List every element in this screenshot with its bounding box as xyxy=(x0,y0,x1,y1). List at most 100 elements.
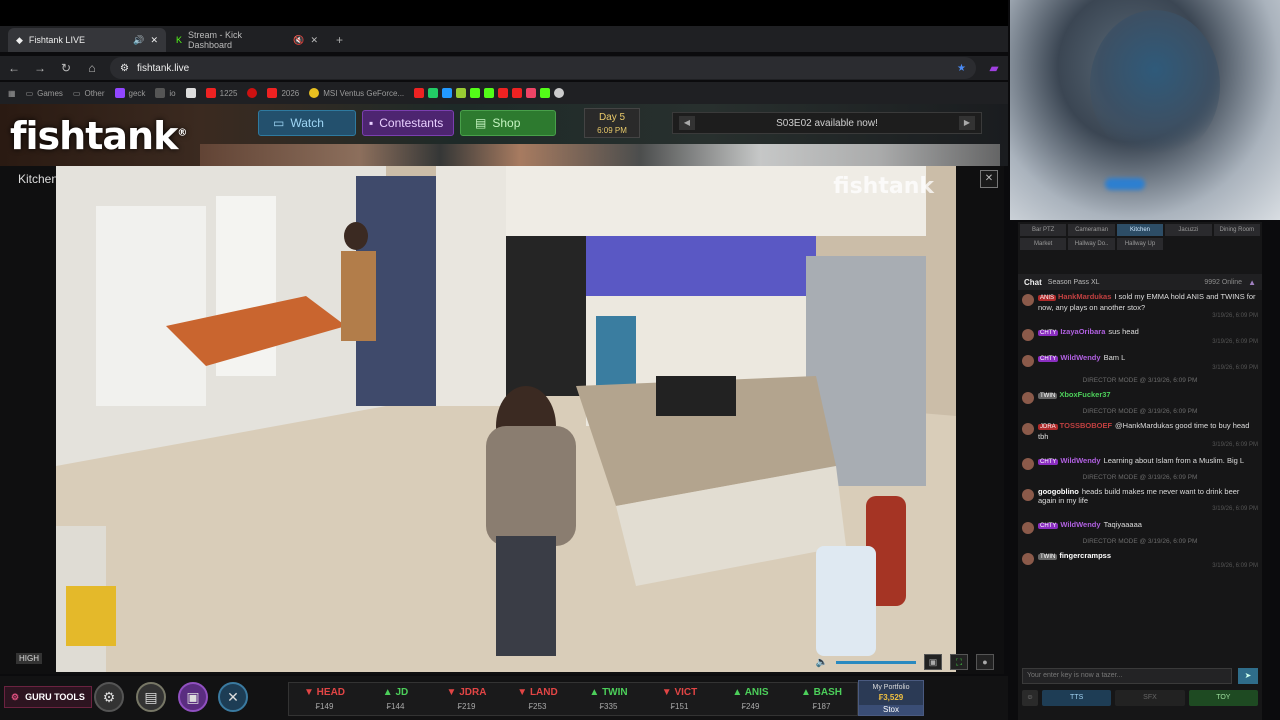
forward-icon[interactable]: → xyxy=(32,61,48,75)
inventory-icon[interactable]: ▤ xyxy=(136,682,166,712)
stock-item[interactable]: ▲ ANIS ₣249 xyxy=(715,683,786,715)
shop-button[interactable]: ▤ Shop xyxy=(460,110,556,136)
avatar[interactable] xyxy=(1022,458,1034,470)
bookmark-geck[interactable]: geck xyxy=(114,88,145,98)
apps-icon[interactable]: ▦ xyxy=(8,89,16,98)
send-button[interactable]: ➤ xyxy=(1238,668,1258,684)
chat-message[interactable]: CHTY WildWendy Learning about Islam from a… xyxy=(1022,456,1258,470)
cam-tab[interactable]: Market xyxy=(1020,238,1067,250)
chat-message[interactable]: CHTY WildWendy Taqiyaaaaa xyxy=(1022,520,1258,534)
reload-icon[interactable]: ↻ xyxy=(58,61,74,75)
chat-username[interactable]: WildWendy xyxy=(1060,353,1100,362)
mute-icon[interactable]: 🔇 xyxy=(293,35,304,46)
chat-username[interactable]: WildWendy xyxy=(1060,520,1100,529)
stock-item[interactable]: ▼ LAND ₣253 xyxy=(502,683,573,715)
tts-button[interactable]: TTS xyxy=(1042,690,1112,706)
bookmark-star-icon[interactable]: ★ xyxy=(957,63,966,74)
emoji-icon[interactable]: ☺ xyxy=(1022,690,1038,706)
bookmark-red[interactable] xyxy=(247,88,258,98)
portfolio-box[interactable]: My Portfolio ₣3,529 Stox xyxy=(858,680,924,716)
stock-item[interactable]: ▼ VICT ₣151 xyxy=(644,683,715,715)
stox-button[interactable]: Stox xyxy=(859,705,923,715)
stock-price: ₣151 xyxy=(670,702,689,711)
bookmark-other[interactable]: ▭ Other xyxy=(73,89,105,98)
new-tab-button[interactable]: + xyxy=(328,28,351,52)
cam-tab[interactable]: Dining Room xyxy=(1213,224,1260,236)
home-icon[interactable]: ⌂ xyxy=(84,61,100,75)
cam-tab[interactable]: Bar PTZ xyxy=(1020,224,1067,236)
tools-icon[interactable]: ✕ xyxy=(218,682,248,712)
fishtank-logo[interactable]: fishtank® xyxy=(10,114,187,158)
chat-username[interactable]: HankMardukas xyxy=(1058,292,1111,301)
prev-arrow-icon[interactable]: ◀ xyxy=(679,116,695,130)
chat-message[interactable]: ANIS HankMardukas I sold my EMMA hold ANIS… xyxy=(1022,292,1258,321)
pip-icon[interactable]: ▣ xyxy=(924,654,942,670)
next-arrow-icon[interactable]: ▶ xyxy=(959,116,975,130)
back-icon[interactable]: ← xyxy=(6,61,22,75)
chat-username[interactable]: googoblino xyxy=(1038,487,1079,496)
contestants-button[interactable]: ▪ Contestants xyxy=(362,110,454,136)
speaker-icon[interactable]: 🔊 xyxy=(133,35,144,46)
chat-input[interactable]: Your enter key is now a tazer... xyxy=(1022,668,1232,684)
chat-message[interactable]: googoblino heads build makes me never wan… xyxy=(1022,487,1258,514)
chat-username[interactable]: fingercrampss xyxy=(1059,551,1111,560)
chat-username[interactable]: TOSSBOBOEF xyxy=(1060,421,1112,430)
avatar[interactable] xyxy=(1022,329,1034,341)
avatar[interactable] xyxy=(1022,522,1034,534)
stock-item[interactable]: ▼ JDRA ₣219 xyxy=(431,683,502,715)
tab-kick-dashboard[interactable]: K Stream - Kick Dashboard 🔇 ✕ xyxy=(168,28,326,52)
guru-tools-button[interactable]: ⚙ GURU TOOLS xyxy=(4,686,92,708)
cam-tab[interactable]: Jacuzzi xyxy=(1165,224,1212,236)
settings-dot-icon[interactable]: ● xyxy=(976,654,994,670)
close-tab-icon[interactable]: ✕ xyxy=(310,35,318,46)
sfx-button[interactable]: SFX xyxy=(1115,690,1185,706)
extension-icon[interactable]: ▰ xyxy=(986,61,1002,75)
bookmark-io[interactable]: io xyxy=(155,88,176,98)
tab-fishtank[interactable]: ◆ Fishtank LIVE 🔊 ✕ xyxy=(8,28,166,52)
chat-message[interactable]: CHTY WildWendy Bam L 3/19/26, 6:09 PM xyxy=(1022,353,1258,373)
avatar[interactable] xyxy=(1022,355,1034,367)
bookmark-icons[interactable] xyxy=(414,88,565,98)
chat-username[interactable]: XboxFucker37 xyxy=(1059,390,1110,399)
avatar[interactable] xyxy=(1022,423,1034,435)
chat-username[interactable]: IzayaOribara xyxy=(1060,327,1105,336)
bookmark-github[interactable] xyxy=(185,88,196,98)
toy-button[interactable]: TOY xyxy=(1188,690,1258,706)
avatar[interactable] xyxy=(1022,489,1034,501)
cam-tab-active[interactable]: Kitchen xyxy=(1116,224,1164,236)
volume-icon[interactable]: 🔈 xyxy=(816,657,828,668)
cam-tab[interactable]: Hallway Up xyxy=(1116,238,1164,250)
stock-item[interactable]: ▲ JD ₣144 xyxy=(360,683,431,715)
stock-item[interactable]: ▼ HEAD ₣149 xyxy=(289,683,360,715)
cam-tab[interactable]: Cameraman xyxy=(1068,224,1115,236)
chat-message[interactable]: TWIN fingercrampss 3/19/26, 6:09 PM xyxy=(1022,551,1258,571)
bookmark-msi[interactable]: MSI Ventus GeForce... xyxy=(309,88,404,98)
stock-item[interactable]: ▲ BASH ₣187 xyxy=(786,683,857,715)
bookmark-2026[interactable]: 2026 xyxy=(267,88,299,98)
fullscreen-icon[interactable]: ⛶ xyxy=(950,654,968,670)
close-tab-icon[interactable]: ✕ xyxy=(150,35,158,46)
settings-gear-icon[interactable]: ⚙ xyxy=(94,682,124,712)
avatar[interactable] xyxy=(1022,392,1034,404)
close-player-icon[interactable]: ✕ xyxy=(980,170,998,188)
watch-button[interactable]: ▭ Watch xyxy=(258,110,356,136)
address-bar[interactable]: ⚙ fishtank.live ★ xyxy=(110,57,976,79)
bookmark-1225[interactable]: 1225 xyxy=(205,88,237,98)
chat-username[interactable]: WildWendy xyxy=(1060,456,1100,465)
chat-message[interactable]: JDRA TOSSBOBOEF @HankMardukas good time to… xyxy=(1022,421,1258,450)
avatar[interactable] xyxy=(1022,553,1034,565)
chat-menu-icon[interactable]: ▲ xyxy=(1248,278,1256,287)
volume-slider[interactable] xyxy=(836,660,916,664)
chat-message[interactable]: CHTY IzayaOribara sus head 3/19/26, 6:09 PM xyxy=(1022,327,1258,347)
kitchen-camera-feed[interactable]: fishtank xyxy=(56,166,956,672)
bookmark-games[interactable]: ▭ Games xyxy=(26,89,63,98)
camera-thumbnail-strip[interactable] xyxy=(200,144,1000,166)
announcement-text[interactable]: S03E02 available now! xyxy=(776,118,878,129)
chat-message[interactable]: TWIN XboxFucker37 xyxy=(1022,390,1258,404)
cam-tab[interactable]: Hallway Do.. xyxy=(1068,238,1115,250)
stock-item[interactable]: ▲ TWIN ₣335 xyxy=(573,683,644,715)
items-icon[interactable]: ▣ xyxy=(178,682,208,712)
quality-badge[interactable]: HIGH xyxy=(16,653,42,664)
site-info-icon[interactable]: ⚙ xyxy=(120,63,129,74)
avatar[interactable] xyxy=(1022,294,1034,306)
